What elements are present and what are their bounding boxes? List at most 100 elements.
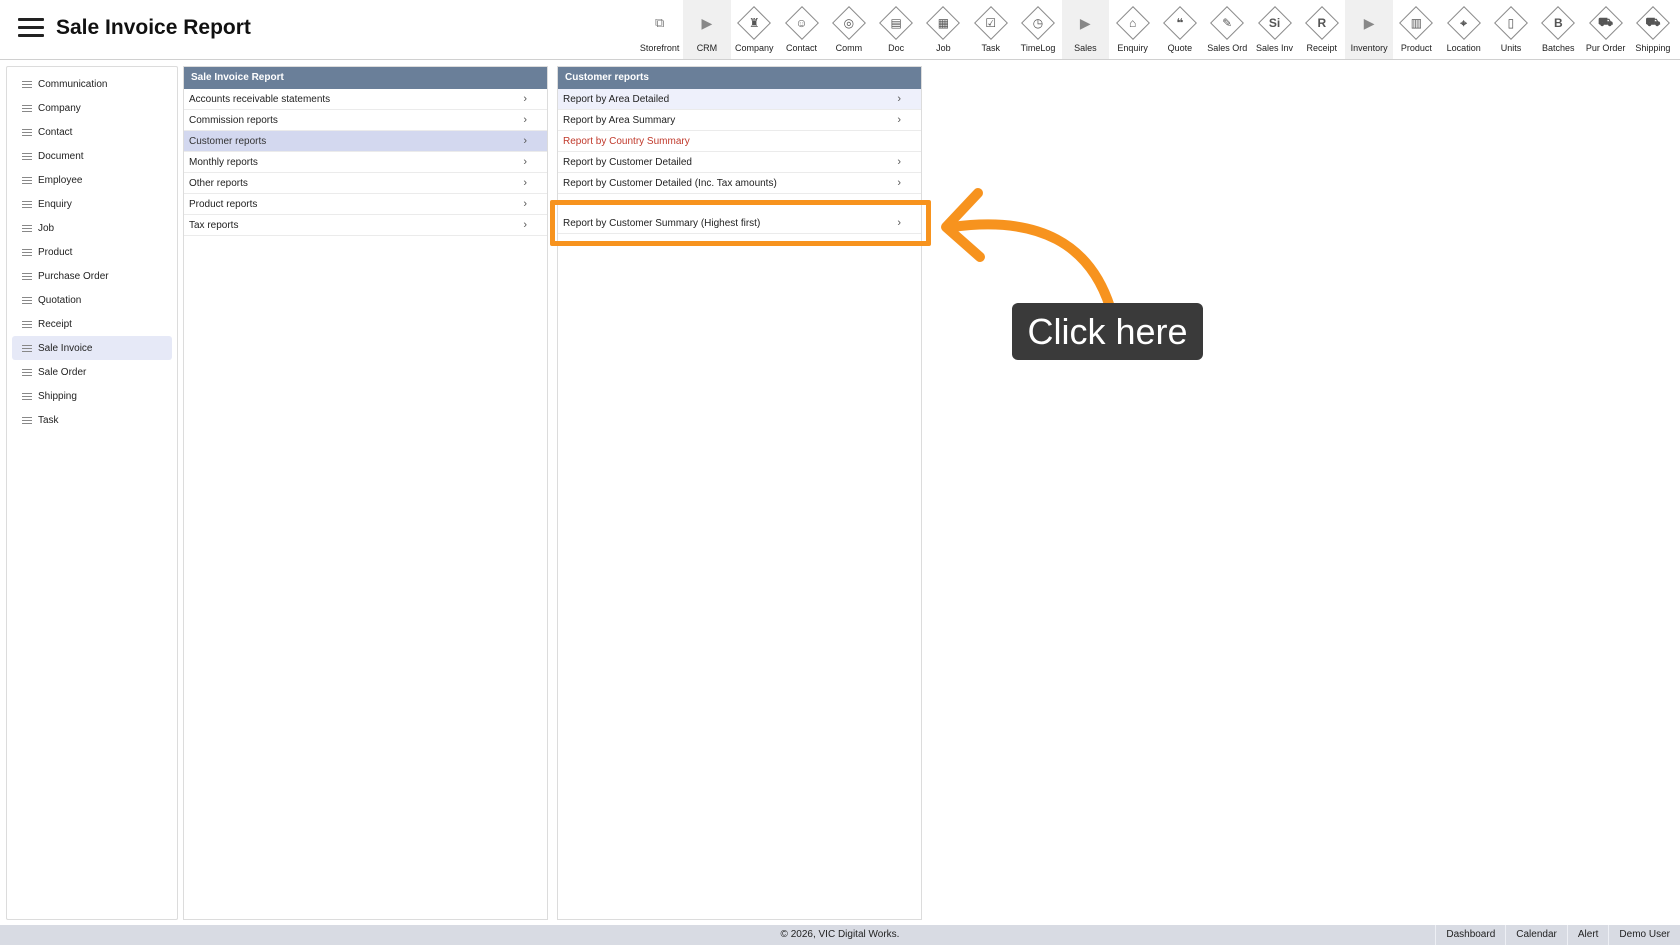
toolbar-company[interactable]: ♜ Company (731, 0, 778, 59)
list-icon (22, 199, 32, 210)
list-icon (22, 391, 32, 402)
page-title: Sale Invoice Report (56, 16, 251, 39)
product-icon: ▥ (1399, 6, 1434, 40)
toolbar-location[interactable]: ⌖ Location (1440, 0, 1487, 59)
toolbar-label: Sales Inv (1255, 43, 1294, 53)
report-category-product-reports[interactable]: Product reports › (184, 194, 547, 215)
row-label: Other reports (189, 177, 248, 189)
report-category-commission-reports[interactable]: Commission reports › (184, 110, 547, 131)
sidebar-item-document[interactable]: Document (12, 144, 172, 168)
toolbar-shipping[interactable]: ⛟ Shipping (1629, 0, 1676, 59)
toolbar-inventory[interactable]: ▶ Inventory (1345, 0, 1393, 59)
toolbar-label: Shipping (1635, 43, 1671, 53)
report-category-other-reports[interactable]: Other reports › (184, 173, 547, 194)
toolbar-label: Quote (1167, 43, 1193, 53)
sidebar-item-job[interactable]: Job (12, 216, 172, 240)
toolbar-job[interactable]: ▦ Job (920, 0, 967, 59)
toolbar-receipt[interactable]: R Receipt (1298, 0, 1345, 59)
sidebar-item-communication[interactable]: Communication (12, 72, 172, 96)
sidebar-item-product[interactable]: Product (12, 240, 172, 264)
toolbar-pur-order[interactable]: ⛟ Pur Order (1582, 0, 1629, 59)
footer-link-alert[interactable]: Alert (1566, 925, 1609, 945)
sidebar-item-sale-invoice[interactable]: Sale Invoice (12, 336, 172, 360)
customer-reports-panel: Customer reports Report by Area Detailed… (557, 66, 922, 920)
chevron-right-icon: › (897, 93, 901, 105)
chevron-right-icon: › (523, 219, 527, 231)
sidebar-item-task[interactable]: Task (12, 408, 172, 432)
sidebar-item-company[interactable]: Company (12, 96, 172, 120)
copyright-text: © 2026, VIC Digital Works. (780, 929, 900, 940)
report-category-monthly-reports[interactable]: Monthly reports › (184, 152, 547, 173)
toolbar-timelog[interactable]: ◷ TimeLog (1014, 0, 1061, 59)
toolbar-label: CRM (696, 43, 718, 53)
sidebar-item-enquiry[interactable]: Enquiry (12, 192, 172, 216)
chevron-right-icon: › (523, 198, 527, 210)
sidebar-item-label: Employee (38, 174, 83, 186)
report-report-by-area-summary[interactable]: Report by Area Summary › (558, 110, 921, 131)
highlight-box (550, 200, 931, 246)
list-icon (22, 319, 32, 330)
row-label: Tax reports (189, 219, 239, 231)
report-report-by-customer-detailed[interactable]: Report by Customer Detailed › (558, 152, 921, 173)
toolbar-batches[interactable]: B Batches (1535, 0, 1582, 59)
chevron-right-icon: › (523, 135, 527, 147)
footer-link-dashboard[interactable]: Dashboard (1435, 925, 1505, 945)
sidebar-item-quotation[interactable]: Quotation (12, 288, 172, 312)
report-report-by-customer-detailed-inc-tax-amounts-[interactable]: Report by Customer Detailed (Inc. Tax am… (558, 173, 921, 194)
caret-right-icon: ▶ (701, 14, 713, 31)
toolbar-sales-inv[interactable]: Si Sales Inv (1251, 0, 1298, 59)
sidebar-list: Communication Company Contact Document Emplo… (7, 67, 177, 432)
toolbar-product[interactable]: ▥ Product (1393, 0, 1440, 59)
toolbar-storefront[interactable]: ⧉ Storefront (636, 0, 683, 59)
report-report-by-area-detailed[interactable]: Report by Area Detailed › (558, 89, 921, 110)
toolbar-label: Task (981, 43, 1000, 53)
row-label: Report by Country Summary (563, 135, 690, 147)
menu-icon[interactable] (18, 18, 44, 38)
toolbar-contact[interactable]: ☺ Contact (778, 0, 825, 59)
sidebar-item-shipping[interactable]: Shipping (12, 384, 172, 408)
toolbar-label: Company (734, 43, 774, 53)
sidebar-item-label: Sale Order (38, 366, 87, 378)
report-category-tax-reports[interactable]: Tax reports › (184, 215, 547, 236)
footer-link-demo-user[interactable]: Demo User (1608, 925, 1680, 945)
quote-icon: ❝ (1162, 6, 1197, 40)
report-category-accounts-receivable-statements[interactable]: Accounts receivable statements › (184, 89, 547, 110)
toolbar-comm[interactable]: ◎ Comm (825, 0, 872, 59)
click-here-tooltip: Click here (1012, 303, 1203, 360)
report-category-panel: Sale Invoice Report Accounts receivable … (183, 66, 548, 920)
toolbar-label: Batches (1542, 43, 1575, 53)
toolbar-sales-ord[interactable]: ✎ Sales Ord (1204, 0, 1251, 59)
app-footer: © 2026, VIC Digital Works. Dashboard Cale… (0, 925, 1680, 945)
toolbar-units[interactable]: ▯ Units (1487, 0, 1534, 59)
toolbar-quote[interactable]: ❝ Quote (1156, 0, 1203, 59)
toolbar-doc[interactable]: ▤ Doc (872, 0, 919, 59)
toolbar-label: Receipt (1306, 43, 1338, 53)
footer-link-calendar[interactable]: Calendar (1505, 925, 1567, 945)
report-category-customer-reports[interactable]: Customer reports › (184, 131, 547, 152)
list-icon (22, 415, 32, 426)
chevron-right-icon: › (523, 114, 527, 126)
toolbar-label: Enquiry (1117, 43, 1148, 53)
sidebar-item-label: Job (38, 222, 55, 234)
toolbar-crm[interactable]: ▶ CRM (683, 0, 731, 59)
report-report-by-country-summary[interactable]: Report by Country Summary (558, 131, 921, 152)
list-icon (22, 151, 32, 162)
chevron-right-icon: › (897, 156, 901, 168)
chevron-right-icon: › (523, 156, 527, 168)
toolbar-task[interactable]: ☑ Task (967, 0, 1014, 59)
sidebar-item-label: Enquiry (38, 198, 72, 210)
sidebar-item-receipt[interactable]: Receipt (12, 312, 172, 336)
sidebar-item-sale-order[interactable]: Sale Order (12, 360, 172, 384)
sidebar-item-employee[interactable]: Employee (12, 168, 172, 192)
sidebar-item-contact[interactable]: Contact (12, 120, 172, 144)
list-icon (22, 343, 32, 354)
list-icon (22, 295, 32, 306)
toolbar-label: Sales (1074, 43, 1097, 53)
toolbar-label: Pur Order (1585, 43, 1626, 53)
toolbar-enquiry[interactable]: ⌂ Enquiry (1109, 0, 1156, 59)
list-icon (22, 367, 32, 378)
sidebar-item-purchase-order[interactable]: Purchase Order (12, 264, 172, 288)
contact-icon: ☺ (784, 6, 819, 40)
external-link-icon: ⧉ (654, 15, 665, 30)
toolbar-sales[interactable]: ▶ Sales (1061, 0, 1109, 59)
